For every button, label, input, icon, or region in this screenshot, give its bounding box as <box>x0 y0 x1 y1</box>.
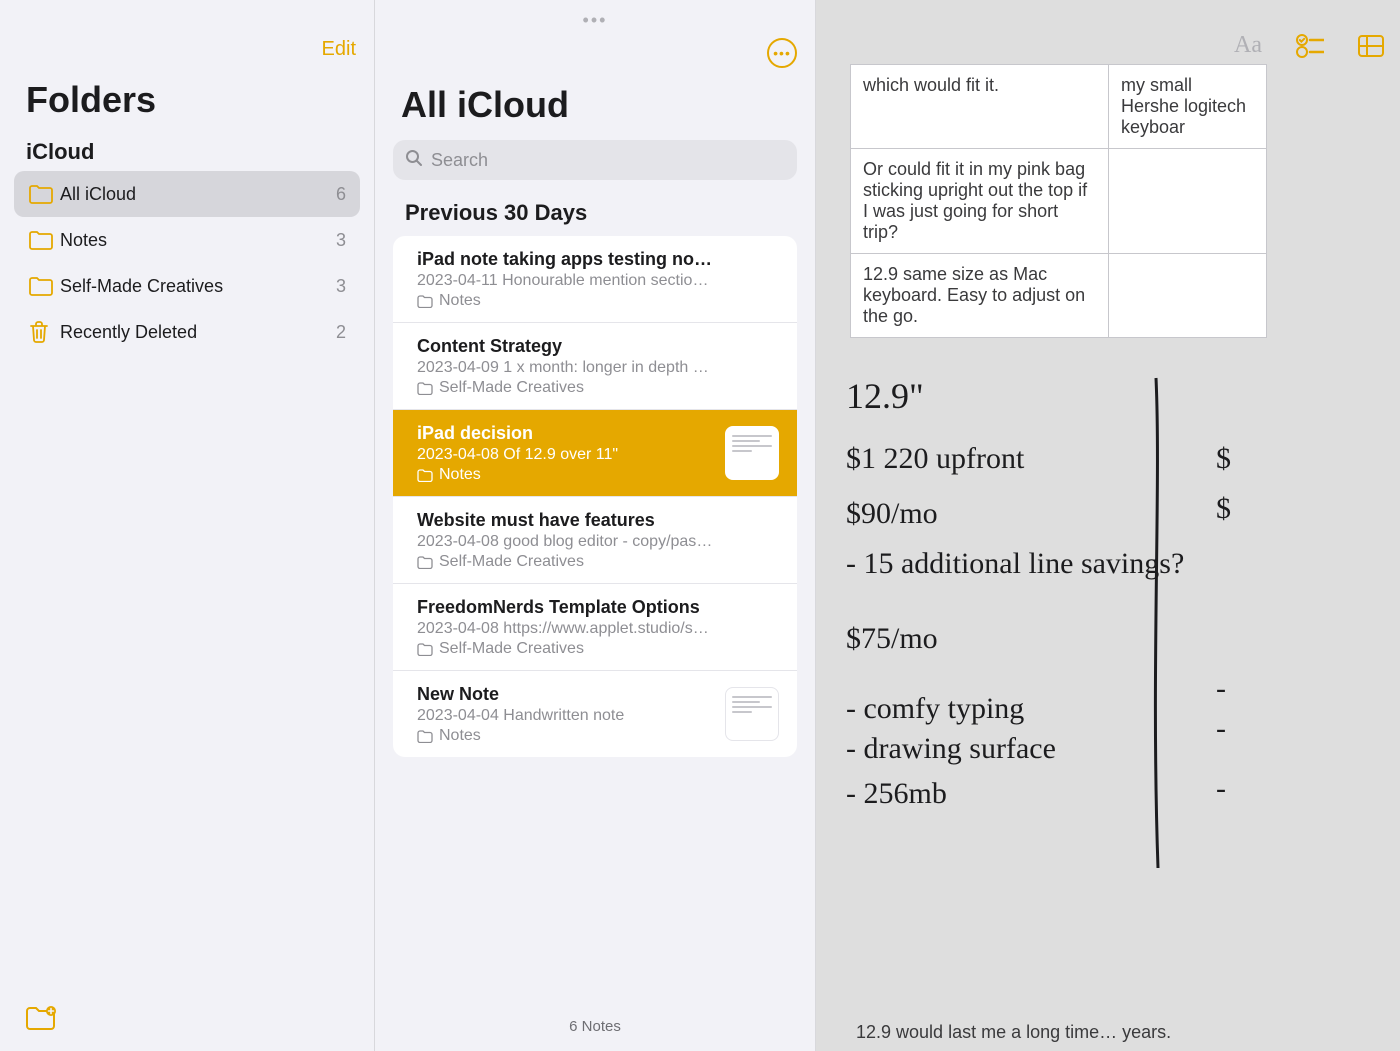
note-item[interactable]: New Note 2023-04-04 Handwritten note Not… <box>393 671 797 757</box>
note-item[interactable]: FreedomNerds Template Options 2023-04-08… <box>393 584 797 671</box>
table-row[interactable]: 12.9 same size as Mac keyboard. Easy to … <box>851 254 1267 338</box>
table-button[interactable] <box>1358 35 1384 57</box>
note-folder: Notes <box>439 466 481 484</box>
note-title: FreedomNerds Template Options <box>417 597 773 618</box>
folders-sidebar: Edit Folders iCloud All iCloud 6 Notes 3… <box>0 0 375 1051</box>
notes-count-footer: 6 Notes <box>375 1001 815 1051</box>
note-folder: Notes <box>439 727 481 745</box>
folder-icon <box>28 320 60 344</box>
note-meta: 2023-04-09 1 x month: longer in depth ar… <box>417 359 773 377</box>
new-folder-button[interactable] <box>24 1005 58 1036</box>
note-title: New Note <box>417 684 773 705</box>
drag-handle-icon[interactable]: ••• <box>583 10 608 31</box>
note-table[interactable]: which would fit it.my small Hershe logit… <box>850 64 1267 338</box>
folder-count: 6 <box>336 184 346 205</box>
table-row[interactable]: Or could fit it in my pink bag sticking … <box>851 149 1267 254</box>
svg-text:$: $ <box>1216 442 1231 475</box>
folder-icon <box>417 469 433 482</box>
notes-list-column: ••• ••• All iCloud Previous 30 Days iPad… <box>375 0 816 1051</box>
note-meta: 2023-04-08 https://www.applet.studio/sho… <box>417 620 773 638</box>
svg-text:-: - <box>1216 772 1226 805</box>
folder-name: Notes <box>60 230 336 251</box>
icloud-section-label: iCloud <box>0 139 374 171</box>
folder-icon <box>28 184 60 205</box>
svg-text:-: - <box>1216 672 1226 705</box>
handwriting-canvas[interactable]: 12.9" $1 220 upfront $90/mo - 15 additional… <box>816 368 1400 908</box>
date-group-header: Previous 30 Days <box>375 196 815 236</box>
folder-icon <box>417 295 433 308</box>
note-folder: Self-Made Creatives <box>439 553 584 571</box>
table-cell[interactable]: my small Hershe logitech keyboar <box>1109 65 1267 149</box>
search-input[interactable] <box>431 150 785 171</box>
more-options-button[interactable]: ••• <box>767 38 797 68</box>
table-cell[interactable]: Or could fit it in my pink bag sticking … <box>851 149 1109 254</box>
svg-text:$90/mo: $90/mo <box>846 497 938 530</box>
note-bottom-text: 12.9 would last me a long time… years. <box>856 1022 1171 1043</box>
folder-item-all-icloud[interactable]: All iCloud 6 <box>14 171 360 217</box>
folder-icon <box>417 556 433 569</box>
svg-text:- comfy typing: - comfy typing <box>846 692 1024 725</box>
note-folder: Self-Made Creatives <box>439 640 584 658</box>
svg-text:- 256mb: - 256mb <box>846 777 947 810</box>
table-row[interactable]: which would fit it.my small Hershe logit… <box>851 65 1267 149</box>
note-title: Content Strategy <box>417 336 773 357</box>
note-meta: 2023-04-11 Honourable mention section at… <box>417 272 773 290</box>
svg-text:$1 220 upfront: $1 220 upfront <box>846 442 1025 475</box>
folder-item-self-made-creatives[interactable]: Self-Made Creatives 3 <box>14 263 360 309</box>
notes-heading: All iCloud <box>375 78 815 140</box>
folder-name: All iCloud <box>60 184 336 205</box>
note-folder: Self-Made Creatives <box>439 379 584 397</box>
folder-icon <box>28 276 60 297</box>
note-item[interactable]: iPad decision 2023-04-08 Of 12.9 over 11… <box>393 410 797 497</box>
folder-count: 3 <box>336 230 346 251</box>
folder-icon <box>417 382 433 395</box>
folder-name: Self-Made Creatives <box>60 276 336 297</box>
note-item[interactable]: Content Strategy 2023-04-09 1 x month: l… <box>393 323 797 410</box>
folders-heading: Folders <box>0 71 374 139</box>
svg-text:$: $ <box>1216 492 1231 525</box>
note-meta: 2023-04-08 good blog editor - copy/paste… <box>417 533 773 551</box>
note-meta: 2023-04-08 Of 12.9 over 11" <box>417 446 773 464</box>
note-editor[interactable]: Aa which would fit it.my small Hershe lo… <box>816 0 1400 1051</box>
folder-icon <box>417 643 433 656</box>
folder-name: Recently Deleted <box>60 322 336 343</box>
note-title: iPad decision <box>417 423 773 444</box>
edit-button[interactable]: Edit <box>322 38 356 61</box>
note-item[interactable]: iPad note taking apps testing notes 2023… <box>393 236 797 323</box>
note-item[interactable]: Website must have features 2023-04-08 go… <box>393 497 797 584</box>
table-cell[interactable]: which would fit it. <box>851 65 1109 149</box>
note-folder: Notes <box>439 292 481 310</box>
folder-item-notes[interactable]: Notes 3 <box>14 217 360 263</box>
folder-count: 2 <box>336 322 346 343</box>
table-cell[interactable]: 12.9 same size as Mac keyboard. Easy to … <box>851 254 1109 338</box>
note-thumbnail <box>725 687 779 741</box>
folder-item-recently-deleted[interactable]: Recently Deleted 2 <box>14 309 360 355</box>
svg-text:12.9": 12.9" <box>846 376 924 416</box>
note-thumbnail <box>725 426 779 480</box>
svg-text:- drawing surface: - drawing surface <box>846 732 1056 765</box>
text-style-button[interactable]: Aa <box>1234 32 1262 59</box>
svg-text:$75/mo: $75/mo <box>846 622 938 655</box>
table-cell[interactable] <box>1109 254 1267 338</box>
search-icon <box>405 149 423 172</box>
note-title: iPad note taking apps testing notes <box>417 249 773 270</box>
svg-text:- 15 additional line savings?: - 15 additional line savings? <box>846 547 1184 580</box>
svg-text:-: - <box>1216 712 1226 745</box>
folder-icon <box>28 230 60 251</box>
note-title: Website must have features <box>417 510 773 531</box>
checklist-button[interactable] <box>1296 34 1324 58</box>
note-meta: 2023-04-04 Handwritten note <box>417 707 773 725</box>
search-field[interactable] <box>393 140 797 180</box>
table-cell[interactable] <box>1109 149 1267 254</box>
folder-count: 3 <box>336 276 346 297</box>
folder-icon <box>417 730 433 743</box>
